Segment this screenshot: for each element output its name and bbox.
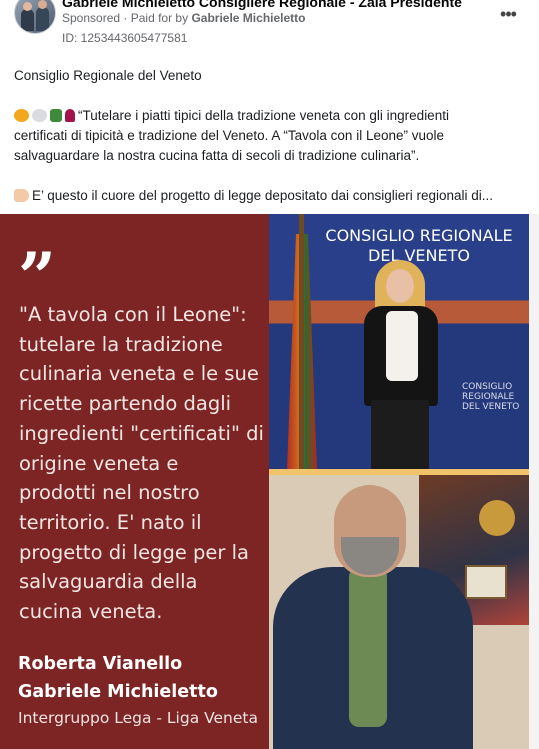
separator-dot: ·	[123, 11, 131, 25]
ad-id: ID: 1253443605477581	[62, 31, 188, 45]
photo-roberta-vianello: CONSIGLIO REGIONALE DEL VENETO CONSIGLIO…	[269, 214, 529, 469]
sponsored-meta: Sponsored · Paid for by Gabriele Michiel…	[62, 11, 305, 25]
scroll-edge	[529, 214, 539, 749]
sponsored-label: Sponsored	[62, 11, 121, 25]
payer-name: Gabriele Michieletto	[191, 11, 306, 25]
post-text-line-1: Consiglio Regionale del Veneto	[14, 68, 202, 83]
page-avatar[interactable]	[14, 0, 56, 34]
pointing-hand-emoji-icon	[14, 189, 29, 202]
quote-text: "A tavola con il Leone": tutelare la tra…	[19, 303, 264, 624]
wine-glass-emoji-icon	[65, 109, 75, 122]
backdrop-title: CONSIGLIO REGIONALE DEL VENETO	[325, 226, 513, 265]
page-name-link[interactable]: Gabriele Michieletto Consigliere Regiona…	[62, 0, 462, 10]
group-name: Intergruppo Lega - Liga Veneta	[18, 709, 258, 727]
post-text-truncated[interactable]: E’ questo il cuore del progetto di legge…	[32, 188, 493, 203]
more-options-icon[interactable]: •••	[497, 5, 519, 26]
lion-emoji-icon	[14, 109, 29, 122]
author-name-2: Gabriele Michieletto	[18, 682, 218, 702]
plate-emoji-icon	[32, 109, 47, 122]
photo-gabriele-michieletto	[269, 475, 529, 749]
backdrop-small-title: CONSIGLIO REGIONALE DEL VENETO	[462, 382, 520, 412]
post-text-line-4: salvaguardare la nostra cucina fatta di …	[14, 148, 420, 163]
ad-post: Gabriele Michieletto Consigliere Regiona…	[0, 0, 539, 749]
post-text-quote-start: “Tutelare i piatti tipici della tradizio…	[78, 108, 449, 123]
post-text-line-5: E’ questo il cuore del progetto di legge…	[14, 188, 493, 203]
post-text-line-3: certificati di tipicità e tradizione del…	[14, 128, 445, 143]
paid-for-prefix: Paid for by	[130, 11, 189, 25]
post-text-line-2: “Tutelare i piatti tipici della tradizio…	[14, 108, 449, 123]
quote-panel: ” "A tavola con il Leone": tutelare la t…	[0, 214, 269, 749]
author-name-1: Roberta Vianello	[18, 654, 183, 674]
ad-creative-image[interactable]: ” "A tavola con il Leone": tutelare la t…	[0, 214, 539, 749]
bottle-emoji-icon	[50, 109, 62, 122]
